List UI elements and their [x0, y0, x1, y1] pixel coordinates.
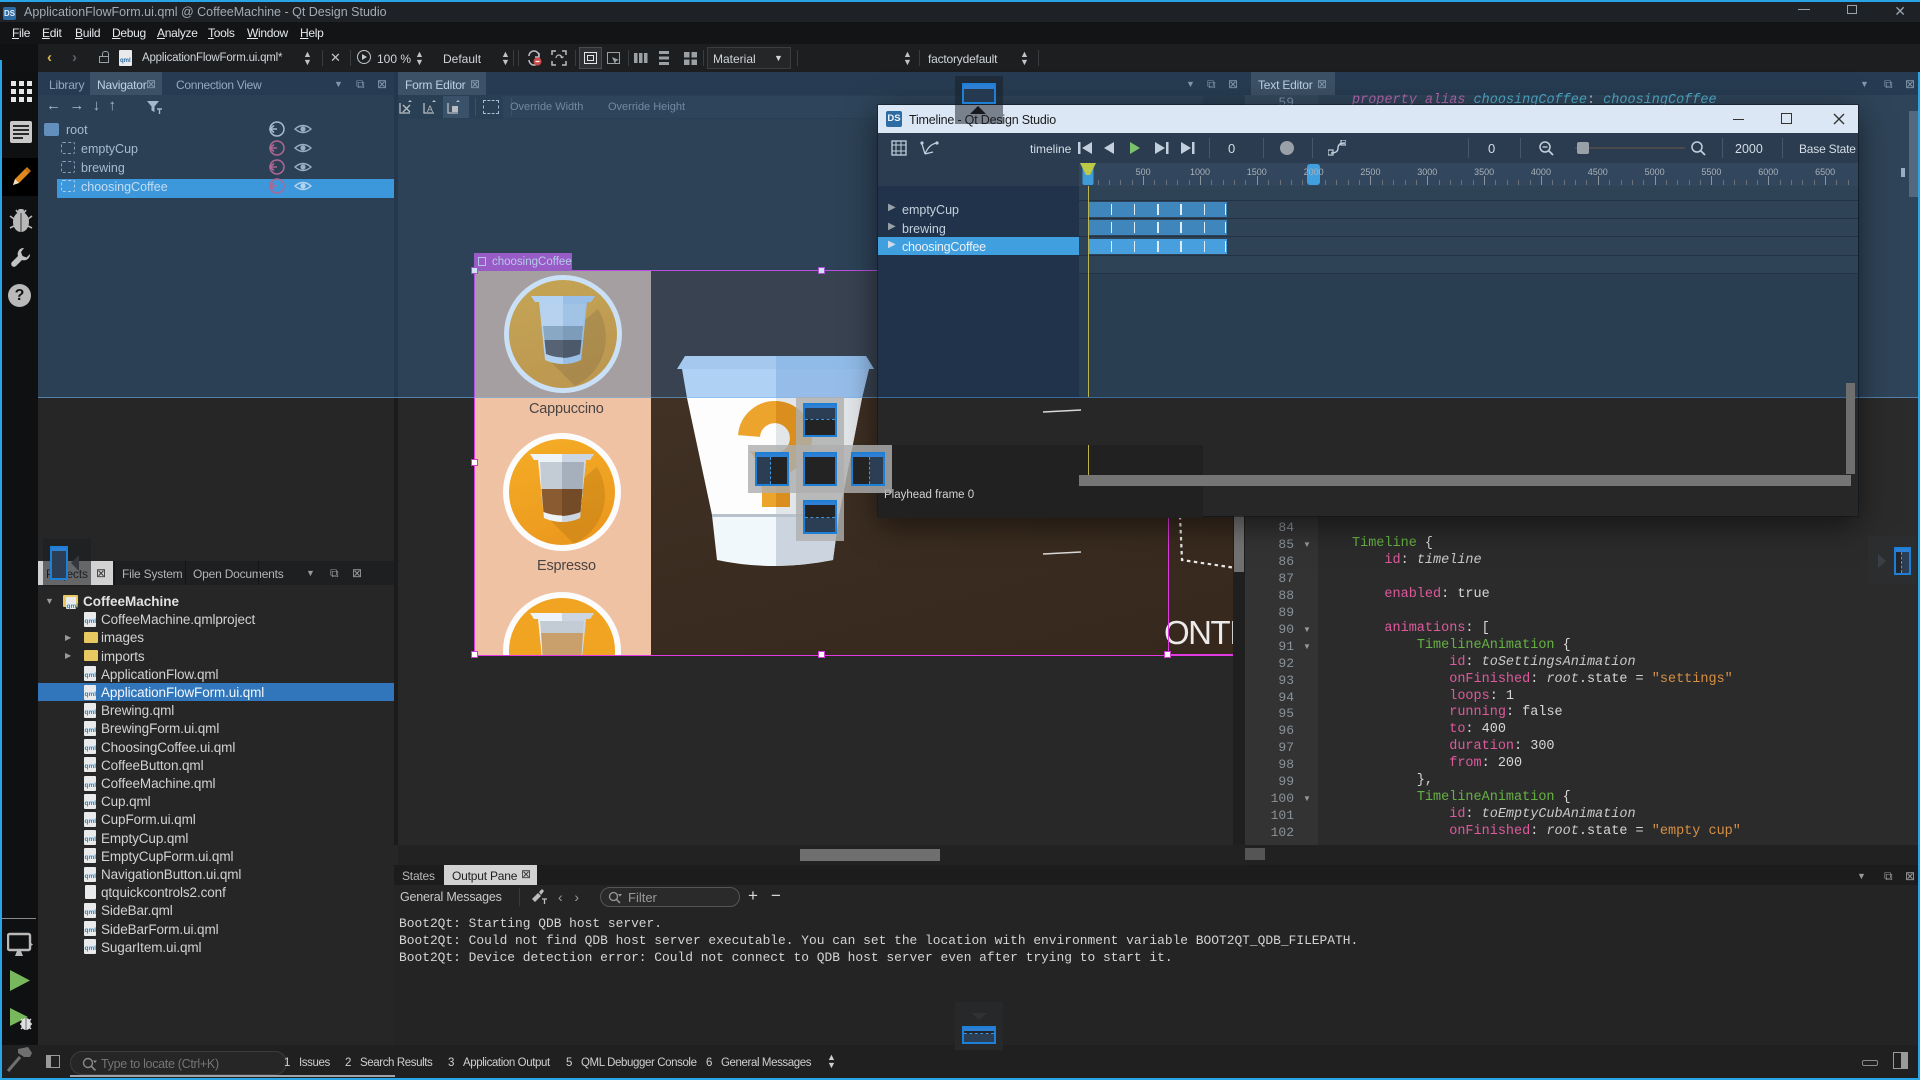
svg-text:A: A	[427, 104, 433, 114]
